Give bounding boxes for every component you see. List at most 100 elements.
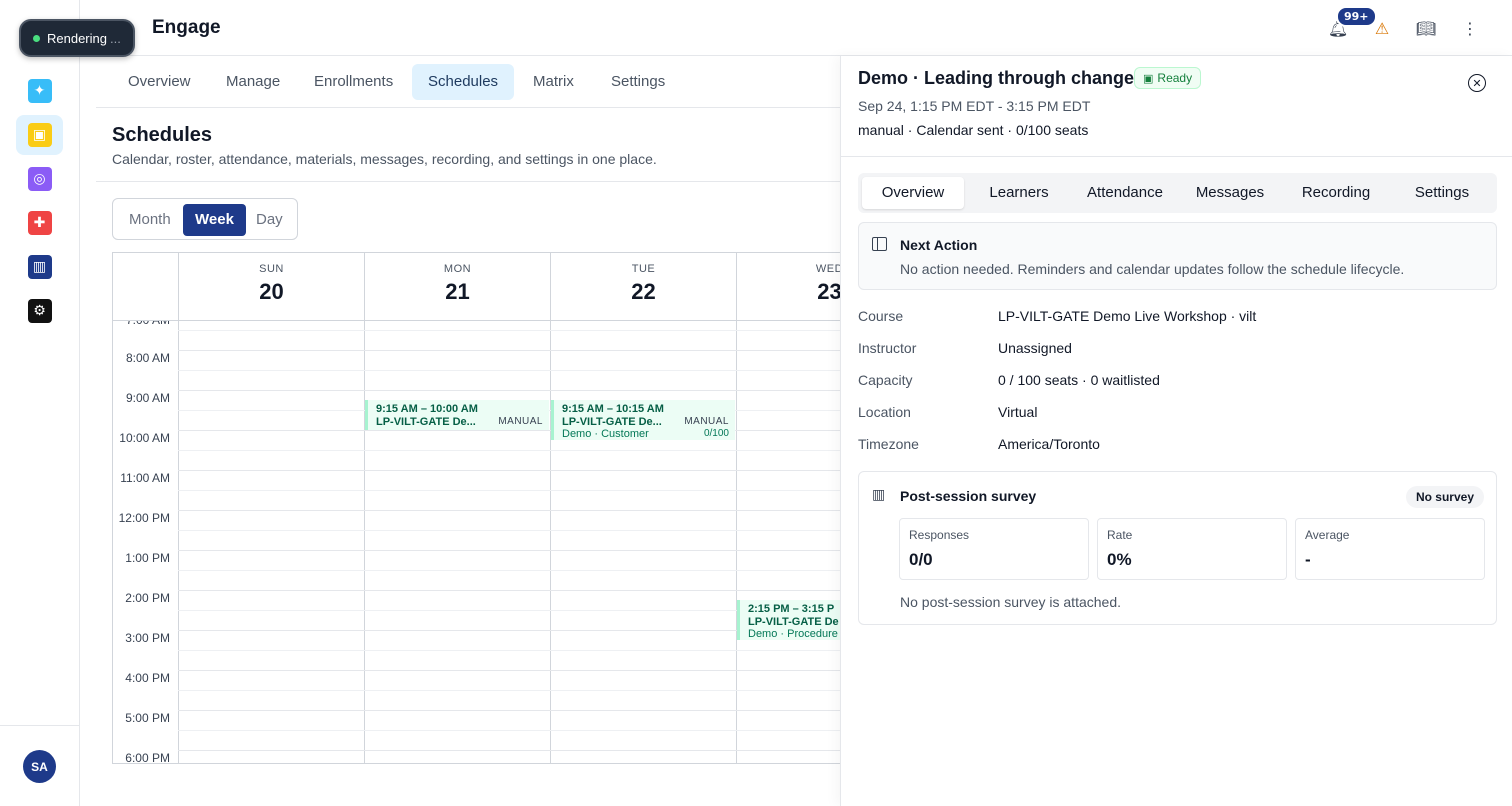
- detail-row-capacity: Capacity 0 / 100 seats · 0 waitlisted: [858, 372, 1497, 404]
- panel-tab-messages[interactable]: Messages: [1179, 177, 1281, 209]
- page-title: Schedules: [112, 124, 213, 146]
- panel-tab-settings[interactable]: Settings: [1391, 177, 1493, 209]
- day-header-mon[interactable]: MON 21: [364, 253, 550, 321]
- event-title-row: LP-VILT-GATE De... MANUAL: [562, 416, 729, 428]
- rail-item-target[interactable]: ◎: [16, 159, 63, 199]
- tab-enrollments[interactable]: Enrollments: [298, 64, 409, 100]
- grid-line: [178, 470, 840, 471]
- tab-settings[interactable]: Settings: [595, 64, 681, 100]
- grid-line: [178, 390, 840, 391]
- avatar[interactable]: SA: [23, 750, 56, 783]
- event-title: LP-VILT-GATE De...: [562, 416, 662, 428]
- event-subtitle-row: Demo · Procedure: [748, 628, 840, 640]
- more-menu-button[interactable]: ⋮: [1448, 14, 1492, 42]
- detail-row-course: Course LP-VILT-GATE Demo Live Workshop ·…: [858, 308, 1497, 340]
- event-subtitle: Demo · Procedure: [748, 628, 838, 640]
- target-icon: ◎: [27, 167, 52, 191]
- detail-label: Capacity: [858, 372, 913, 388]
- day-number: 23: [817, 279, 840, 304]
- day-header-wed[interactable]: WED 23: [736, 253, 840, 321]
- gear-icon: ⚙: [27, 299, 52, 323]
- detail-value: 0 / 100 seats · 0 waitlisted: [998, 372, 1160, 388]
- session-meta: manual · Calendar sent · 0/100 seats: [858, 122, 1089, 138]
- panel-tab-recording[interactable]: Recording: [1285, 177, 1387, 209]
- rail-divider: [0, 725, 80, 726]
- grid-line: [178, 330, 840, 331]
- event-capacity: 0/100: [703, 428, 729, 439]
- view-day-button[interactable]: Day: [244, 204, 295, 236]
- view-month-button[interactable]: Month: [117, 204, 183, 236]
- stat-value: -: [1305, 550, 1311, 569]
- detail-label: Course: [858, 308, 904, 324]
- app-title: Engage: [152, 17, 221, 38]
- day-header-tue[interactable]: TUE 22: [550, 253, 736, 321]
- session-detail-panel: Demo · Leading through change ▣ Ready ✕ …: [840, 56, 1512, 806]
- panel-tab-attendance[interactable]: Attendance: [1074, 177, 1176, 209]
- page-subtitle: Calendar, roster, attendance, materials,…: [112, 151, 657, 167]
- session-title: Demo · Leading through change: [858, 68, 1135, 88]
- detail-value: LP-VILT-GATE Demo Live Workshop · vilt: [998, 308, 1257, 324]
- tab-schedules[interactable]: Schedules: [412, 64, 515, 100]
- event-subtitle: Demo · Customer: [562, 428, 649, 440]
- grid-line: [178, 490, 840, 491]
- calendar-grid[interactable]: 7:00 AM 8:00 AM 9:00 AM 10:00 AM 11:00 A…: [113, 321, 840, 763]
- detail-label: Instructor: [858, 340, 917, 356]
- grid-line: [178, 370, 840, 371]
- status-dot-icon: [33, 34, 40, 42]
- stat-value: 0%: [1107, 550, 1132, 569]
- stat-label: Rate: [1107, 528, 1133, 542]
- survey-status-badge: No survey: [1405, 486, 1484, 508]
- tab-manage[interactable]: Manage: [210, 64, 296, 100]
- grid-line: [178, 510, 840, 511]
- panel-tab-overview[interactable]: Overview: [862, 177, 964, 209]
- next-action-title: Next Action: [900, 237, 978, 253]
- event-time: 2:15 PM – 3:15 P: [748, 603, 835, 615]
- rail-item-contact[interactable]: ▣: [16, 115, 63, 155]
- tab-overview[interactable]: Overview: [112, 64, 207, 100]
- event-title-row: LP-VILT-GATE De... MANUAL: [376, 416, 543, 428]
- post-session-survey-card: ▥ Post-session survey No survey Response…: [858, 471, 1497, 625]
- day-column-divider: [550, 321, 551, 763]
- header-actions: 🔔︎ 99+ ⚠ 📖︎ ⋮: [1316, 6, 1492, 42]
- stat-label: Responses: [909, 528, 970, 542]
- calendar-header: SUN 20 MON 21 TUE 22 WED 23: [113, 253, 840, 321]
- day-header-sun[interactable]: SUN 20: [178, 253, 364, 321]
- wand-icon: ✦: [27, 79, 52, 103]
- event-title-row: LP-VILT-GATE De: [748, 616, 840, 628]
- panel-tabs: Overview Learners Attendance Messages Re…: [858, 173, 1497, 213]
- detail-value: America/Toronto: [998, 436, 1100, 452]
- warnings-button[interactable]: ⚠: [1360, 14, 1404, 42]
- time-label: 8:00 AM: [125, 351, 170, 365]
- book-icon: 📖︎: [1415, 18, 1437, 38]
- event-tag: MANUAL: [498, 416, 543, 427]
- grid-line: [178, 750, 840, 751]
- stat-rate: Rate 0%: [1097, 518, 1287, 580]
- stat-label: Average: [1305, 528, 1350, 542]
- time-label: 3:00 PM: [125, 631, 170, 645]
- rail-item-settings[interactable]: ⚙: [16, 291, 63, 331]
- close-button[interactable]: ✕: [1468, 74, 1486, 92]
- day-of-week: MON: [443, 263, 472, 275]
- rail-item-building[interactable]: ▥: [16, 247, 63, 287]
- warning-icon: ⚠: [1374, 18, 1390, 38]
- panel-tab-learners[interactable]: Learners: [968, 177, 1070, 209]
- event-subtitle-row: Demo · Customer 0/100: [562, 428, 729, 440]
- day-of-week: SUN: [259, 263, 284, 275]
- view-week-button[interactable]: Week: [183, 204, 246, 236]
- event-time: 9:15 AM – 10:15 AM: [562, 403, 664, 415]
- rendering-label: Rendering: [47, 30, 107, 46]
- docs-button[interactable]: 📖︎: [1404, 14, 1448, 42]
- rail-item-grid[interactable]: ✚: [16, 203, 63, 243]
- grid-icon: ✚: [27, 211, 52, 235]
- rendering-status-pill: Rendering ...: [19, 19, 135, 57]
- calendar-event[interactable]: 9:15 AM – 10:15 AM LP-VILT-GATE De... MA…: [551, 400, 735, 440]
- time-gutter: 7:00 AM 8:00 AM 9:00 AM 10:00 AM 11:00 A…: [113, 321, 178, 763]
- tab-matrix[interactable]: Matrix: [517, 64, 590, 100]
- rail-item-wand[interactable]: ✦: [16, 71, 63, 111]
- notifications-button[interactable]: 🔔︎ 99+: [1316, 6, 1377, 42]
- grid-line: [178, 710, 840, 711]
- calendar-event[interactable]: 9:15 AM – 10:00 AM LP-VILT-GATE De... MA…: [365, 400, 549, 430]
- day-column-divider: [364, 321, 365, 763]
- top-bar: Engage 🔔︎ 99+ ⚠ 📖︎ ⋮: [80, 0, 1512, 56]
- calendar-event[interactable]: 2:15 PM – 3:15 P LP-VILT-GATE De Demo · …: [737, 600, 840, 640]
